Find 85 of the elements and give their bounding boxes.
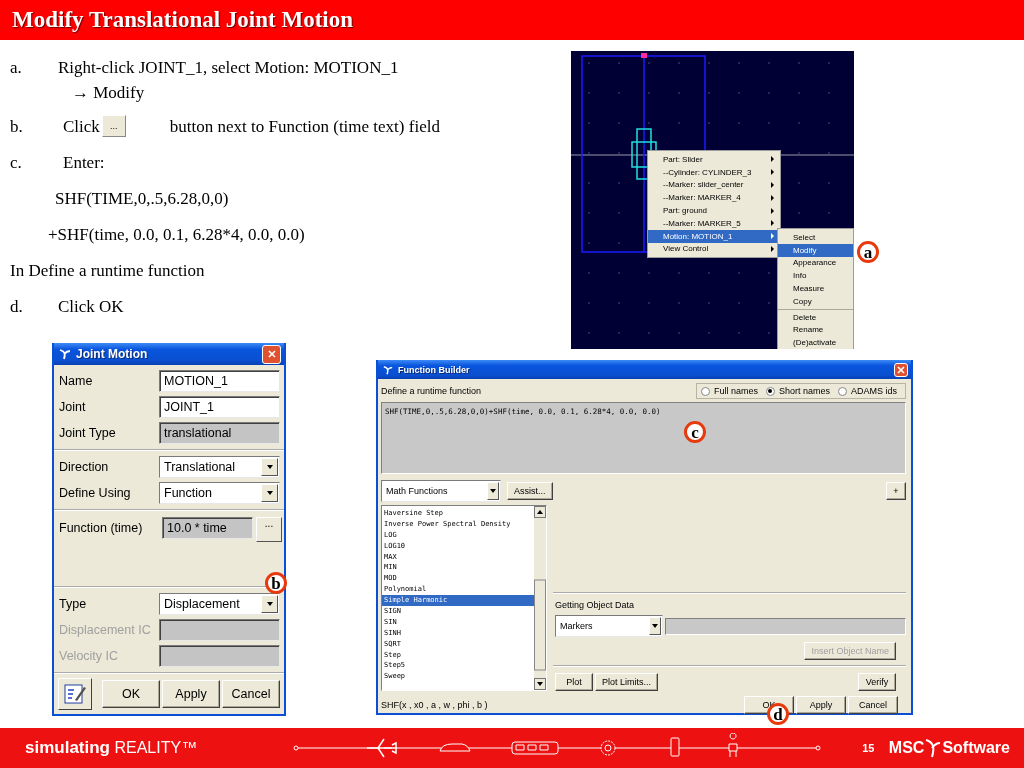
assist-button[interactable]: Assist... bbox=[507, 482, 553, 500]
radio-dot[interactable] bbox=[765, 386, 775, 396]
section-label: Getting Object Data bbox=[555, 600, 636, 610]
menu-item[interactable]: Measure bbox=[778, 282, 853, 295]
verify-button[interactable]: Verify bbox=[858, 673, 896, 691]
text-field[interactable]: JOINT_1 bbox=[159, 396, 280, 418]
dropdown[interactable]: Markers bbox=[555, 615, 663, 637]
menu-item[interactable]: Rename bbox=[778, 323, 853, 337]
field-label: Joint bbox=[59, 400, 87, 414]
dropdown[interactable]: Function bbox=[159, 482, 280, 504]
radio-dot[interactable] bbox=[700, 386, 710, 396]
menu-item[interactable]: View Control bbox=[648, 242, 780, 256]
dropdown[interactable]: Translational bbox=[159, 456, 280, 478]
field-label: Function (time) bbox=[59, 521, 144, 535]
field-label: Velocity IC bbox=[59, 649, 120, 663]
menu-item[interactable]: Motion: MOTION_1 bbox=[648, 229, 780, 243]
step-text: Right-click JOINT_1, select Motion: MOTION_1 bbox=[58, 58, 399, 78]
menu-item[interactable]: --Marker: slider_center bbox=[648, 178, 780, 192]
menu-item[interactable]: Info bbox=[778, 269, 853, 283]
field-label: Type bbox=[59, 597, 88, 611]
window-title: Function Builder bbox=[398, 364, 471, 375]
menu-item[interactable]: Delete bbox=[778, 310, 853, 324]
step-text: Click bbox=[62, 117, 100, 137]
field-label: Displacement IC bbox=[59, 623, 152, 637]
close-button[interactable] bbox=[262, 344, 281, 364]
readonly-field: translational bbox=[159, 422, 280, 444]
tagline: simulating REALITY™ bbox=[25, 738, 198, 758]
notepad-icon[interactable] bbox=[58, 678, 92, 710]
dialog-button[interactable]: Apply bbox=[796, 696, 846, 714]
menu-item[interactable]: --Marker: MARKER_5 bbox=[648, 217, 780, 230]
window-title: Joint Motion bbox=[76, 347, 149, 361]
menu-item[interactable]: (De)activate bbox=[778, 336, 853, 349]
logo-text: Software bbox=[942, 739, 1010, 757]
dialog-button[interactable]: OK bbox=[102, 680, 160, 708]
radio-option[interactable]: Short names bbox=[765, 386, 830, 396]
step-marker: a. bbox=[10, 58, 23, 78]
dialog-button[interactable]: Cancel bbox=[222, 680, 280, 708]
field-label: Name bbox=[59, 374, 94, 388]
swoosh-icon bbox=[925, 737, 942, 759]
app-icon bbox=[383, 364, 393, 375]
close-icon bbox=[897, 365, 905, 374]
text-field[interactable]: MOTION_1 bbox=[159, 370, 280, 392]
step-text: button next to Function (time text) field bbox=[169, 117, 440, 137]
slide-title: Modify Translational Joint Motion bbox=[12, 7, 353, 33]
step-marker: b. bbox=[10, 117, 24, 137]
dropdown[interactable]: Displacement bbox=[159, 593, 280, 615]
field-label: Joint Type bbox=[59, 426, 117, 440]
plot-button[interactable]: Plot bbox=[555, 673, 593, 691]
close-button[interactable] bbox=[894, 362, 908, 377]
menu-item[interactable]: Part: Slider bbox=[648, 153, 780, 166]
function-signature: SHF(x , x0 , a , w , phi , b ) bbox=[381, 700, 488, 710]
radio-option[interactable]: Full names bbox=[700, 386, 758, 396]
plot-button[interactable]: Plot Limits... bbox=[595, 673, 658, 691]
menu-item[interactable]: Select bbox=[778, 231, 853, 244]
app-icon bbox=[59, 348, 71, 360]
logo-text: MSC bbox=[888, 739, 925, 757]
add-button[interactable]: + bbox=[886, 482, 906, 500]
formula-text: SHF(TIME,0,.5,6.28,0,0) bbox=[55, 189, 229, 209]
ellipsis-button[interactable]: ... bbox=[101, 115, 126, 137]
menu-item[interactable]: --Marker: MARKER_4 bbox=[648, 191, 780, 205]
ellipsis-button[interactable]: ... bbox=[256, 517, 282, 542]
field-label: Define a runtime function bbox=[381, 386, 482, 396]
page-number: 15 bbox=[862, 742, 875, 754]
dialog-button[interactable]: Cancel bbox=[848, 696, 898, 714]
step-text: Enter: bbox=[62, 153, 105, 173]
formula-text: +SHF(time, 0.0, 0.1, 6.28*4, 0.0, 0.0) bbox=[48, 225, 305, 245]
menu-item[interactable]: Copy bbox=[778, 295, 853, 308]
field-label: Define Using bbox=[59, 486, 132, 500]
radio-dot[interactable] bbox=[838, 386, 847, 396]
step-marker: d. bbox=[10, 297, 24, 317]
menu-item[interactable]: Modify bbox=[778, 243, 853, 257]
dialog-button[interactable]: Apply bbox=[162, 680, 220, 708]
step-text: → Modify bbox=[71, 83, 146, 103]
dropdown[interactable]: Math Functions bbox=[381, 480, 501, 502]
field-label: Direction bbox=[59, 460, 110, 474]
step-text: In Define a runtime function bbox=[10, 261, 205, 281]
callout-badge: a bbox=[857, 241, 879, 263]
menu-item[interactable]: --Cylinder: CYLINDER_3 bbox=[648, 165, 780, 179]
menu-item[interactable]: Appearance bbox=[778, 256, 853, 270]
step-marker: c. bbox=[10, 153, 23, 173]
step-text: Click OK bbox=[58, 297, 124, 317]
close-icon bbox=[267, 350, 276, 358]
radio-option[interactable]: ADAMS ids bbox=[838, 386, 897, 396]
readonly-field: 10.0 * time bbox=[162, 517, 253, 539]
menu-item[interactable]: Part: ground bbox=[648, 204, 780, 217]
